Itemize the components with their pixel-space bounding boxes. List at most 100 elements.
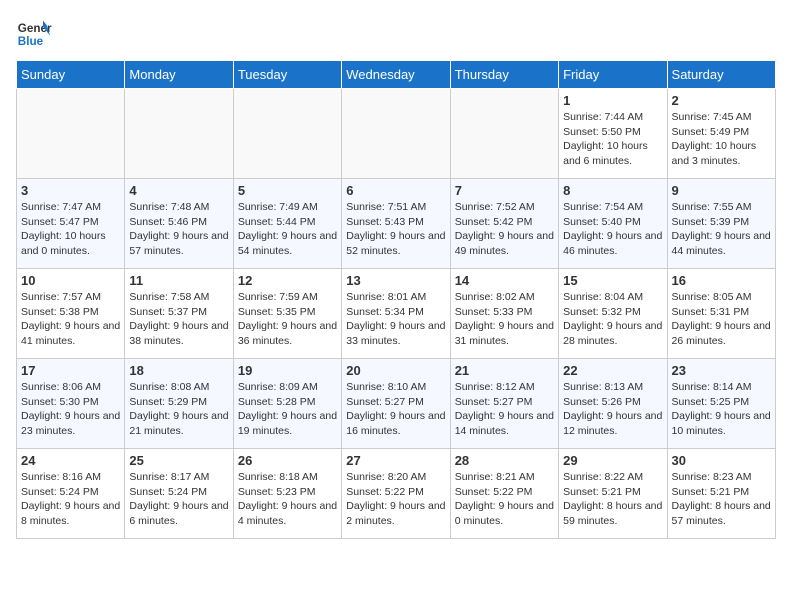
calendar-cell: 22 Sunrise: 8:13 AMSunset: 5:26 PMDayligh…	[559, 359, 667, 449]
calendar-cell: 5 Sunrise: 7:49 AMSunset: 5:44 PMDaylight…	[233, 179, 341, 269]
day-info: Sunrise: 7:57 AMSunset: 5:38 PMDaylight:…	[21, 290, 120, 349]
day-number: 9	[672, 183, 771, 198]
day-info: Sunrise: 8:09 AMSunset: 5:28 PMDaylight:…	[238, 380, 337, 439]
day-info: Sunrise: 7:49 AMSunset: 5:44 PMDaylight:…	[238, 200, 337, 259]
calendar-cell: 21 Sunrise: 8:12 AMSunset: 5:27 PMDayligh…	[450, 359, 558, 449]
day-number: 2	[672, 93, 771, 108]
day-info: Sunrise: 7:52 AMSunset: 5:42 PMDaylight:…	[455, 200, 554, 259]
day-number: 5	[238, 183, 337, 198]
calendar-cell: 14 Sunrise: 8:02 AMSunset: 5:33 PMDayligh…	[450, 269, 558, 359]
day-info: Sunrise: 8:23 AMSunset: 5:21 PMDaylight:…	[672, 470, 771, 529]
day-info: Sunrise: 8:02 AMSunset: 5:33 PMDaylight:…	[455, 290, 554, 349]
day-info: Sunrise: 7:55 AMSunset: 5:39 PMDaylight:…	[672, 200, 771, 259]
calendar-cell: 23 Sunrise: 8:14 AMSunset: 5:25 PMDayligh…	[667, 359, 775, 449]
calendar-cell: 20 Sunrise: 8:10 AMSunset: 5:27 PMDayligh…	[342, 359, 450, 449]
day-number: 27	[346, 453, 445, 468]
calendar-cell: 13 Sunrise: 8:01 AMSunset: 5:34 PMDayligh…	[342, 269, 450, 359]
day-number: 13	[346, 273, 445, 288]
weekday-header-tuesday: Tuesday	[233, 61, 341, 89]
calendar-cell: 8 Sunrise: 7:54 AMSunset: 5:40 PMDaylight…	[559, 179, 667, 269]
calendar-cell: 28 Sunrise: 8:21 AMSunset: 5:22 PMDayligh…	[450, 449, 558, 539]
day-number: 21	[455, 363, 554, 378]
page-header: General Blue	[16, 16, 776, 52]
day-number: 10	[21, 273, 120, 288]
day-info: Sunrise: 8:20 AMSunset: 5:22 PMDaylight:…	[346, 470, 445, 529]
day-info: Sunrise: 8:22 AMSunset: 5:21 PMDaylight:…	[563, 470, 662, 529]
calendar-cell: 6 Sunrise: 7:51 AMSunset: 5:43 PMDaylight…	[342, 179, 450, 269]
calendar-cell: 18Sunrise: 8:08 AMSunset: 5:29 PMDayligh…	[125, 359, 233, 449]
day-info: Sunrise: 8:21 AMSunset: 5:22 PMDaylight:…	[455, 470, 554, 529]
day-info: Sunrise: 8:17 AMSunset: 5:24 PMDaylight:…	[129, 470, 228, 529]
day-number: 14	[455, 273, 554, 288]
day-number: 8	[563, 183, 662, 198]
weekday-header-thursday: Thursday	[450, 61, 558, 89]
day-number: 11	[129, 273, 228, 288]
day-number: 22	[563, 363, 662, 378]
day-number: 19	[238, 363, 337, 378]
weekday-header-saturday: Saturday	[667, 61, 775, 89]
day-info: Sunrise: 8:16 AMSunset: 5:24 PMDaylight:…	[21, 470, 120, 529]
calendar-cell: 15 Sunrise: 8:04 AMSunset: 5:32 PMDayligh…	[559, 269, 667, 359]
day-info: Sunrise: 8:18 AMSunset: 5:23 PMDaylight:…	[238, 470, 337, 529]
calendar-cell: 25Sunrise: 8:17 AMSunset: 5:24 PMDayligh…	[125, 449, 233, 539]
day-info: Sunrise: 8:01 AMSunset: 5:34 PMDaylight:…	[346, 290, 445, 349]
calendar-cell: 26 Sunrise: 8:18 AMSunset: 5:23 PMDayligh…	[233, 449, 341, 539]
day-info: Sunrise: 8:06 AMSunset: 5:30 PMDaylight:…	[21, 380, 120, 439]
day-info: Sunrise: 8:12 AMSunset: 5:27 PMDaylight:…	[455, 380, 554, 439]
day-number: 26	[238, 453, 337, 468]
day-info: Sunrise: 8:05 AMSunset: 5:31 PMDaylight:…	[672, 290, 771, 349]
day-number: 15	[563, 273, 662, 288]
day-number: 23	[672, 363, 771, 378]
day-info: Sunrise: 7:51 AMSunset: 5:43 PMDaylight:…	[346, 200, 445, 259]
weekday-header-friday: Friday	[559, 61, 667, 89]
calendar-table: SundayMondayTuesdayWednesdayThursdayFrid…	[16, 60, 776, 539]
calendar-cell: 19 Sunrise: 8:09 AMSunset: 5:28 PMDayligh…	[233, 359, 341, 449]
calendar-week-3: 10 Sunrise: 7:57 AMSunset: 5:38 PMDayligh…	[17, 269, 776, 359]
calendar-cell: 3 Sunrise: 7:47 AMSunset: 5:47 PMDaylight…	[17, 179, 125, 269]
day-number: 3	[21, 183, 120, 198]
day-info: Sunrise: 7:44 AMSunset: 5:50 PMDaylight:…	[563, 110, 662, 169]
calendar-cell	[125, 89, 233, 179]
day-number: 28	[455, 453, 554, 468]
day-number: 24	[21, 453, 120, 468]
calendar-week-4: 17 Sunrise: 8:06 AMSunset: 5:30 PMDayligh…	[17, 359, 776, 449]
day-info: Sunrise: 8:10 AMSunset: 5:27 PMDaylight:…	[346, 380, 445, 439]
svg-text:Blue: Blue	[18, 35, 44, 48]
calendar-header-row: SundayMondayTuesdayWednesdayThursdayFrid…	[17, 61, 776, 89]
calendar-cell: 17 Sunrise: 8:06 AMSunset: 5:30 PMDayligh…	[17, 359, 125, 449]
calendar-cell	[342, 89, 450, 179]
day-info: Sunrise: 7:54 AMSunset: 5:40 PMDaylight:…	[563, 200, 662, 259]
day-number: 6	[346, 183, 445, 198]
calendar-cell	[17, 89, 125, 179]
day-number: 1	[563, 93, 662, 108]
day-number: 17	[21, 363, 120, 378]
day-info: Sunrise: 8:14 AMSunset: 5:25 PMDaylight:…	[672, 380, 771, 439]
day-info: Sunrise: 8:13 AMSunset: 5:26 PMDaylight:…	[563, 380, 662, 439]
calendar-cell: 4 Sunrise: 7:48 AMSunset: 5:46 PMDaylight…	[125, 179, 233, 269]
calendar-cell: 7 Sunrise: 7:52 AMSunset: 5:42 PMDaylight…	[450, 179, 558, 269]
calendar-week-1: 1 Sunrise: 7:44 AMSunset: 5:50 PMDaylight…	[17, 89, 776, 179]
calendar-cell: 11 Sunrise: 7:58 AMSunset: 5:37 PMDayligh…	[125, 269, 233, 359]
weekday-header-wednesday: Wednesday	[342, 61, 450, 89]
weekday-header-monday: Monday	[125, 61, 233, 89]
calendar-cell: 2 Sunrise: 7:45 AMSunset: 5:49 PMDaylight…	[667, 89, 775, 179]
calendar-cell: 12 Sunrise: 7:59 AMSunset: 5:35 PMDayligh…	[233, 269, 341, 359]
calendar-cell: 9 Sunrise: 7:55 AMSunset: 5:39 PMDaylight…	[667, 179, 775, 269]
day-number: 16	[672, 273, 771, 288]
day-info: Sunrise: 7:48 AMSunset: 5:46 PMDaylight:…	[129, 200, 228, 259]
day-info: Sunrise: 7:45 AMSunset: 5:49 PMDaylight:…	[672, 110, 771, 169]
day-number: 20	[346, 363, 445, 378]
logo: General Blue	[16, 16, 52, 52]
day-info: Sunrise: 8:08 AMSunset: 5:29 PMDaylight:…	[129, 380, 228, 439]
day-info: Sunrise: 7:47 AMSunset: 5:47 PMDaylight:…	[21, 200, 120, 259]
day-info: Sunrise: 7:58 AMSunset: 5:37 PMDaylight:…	[129, 290, 228, 349]
day-info: Sunrise: 8:04 AMSunset: 5:32 PMDaylight:…	[563, 290, 662, 349]
day-info: Sunrise: 7:59 AMSunset: 5:35 PMDaylight:…	[238, 290, 337, 349]
calendar-cell: 24 Sunrise: 8:16 AMSunset: 5:24 PMDayligh…	[17, 449, 125, 539]
day-number: 4	[129, 183, 228, 198]
day-number: 7	[455, 183, 554, 198]
logo-icon: General Blue	[16, 16, 52, 52]
calendar-week-2: 3 Sunrise: 7:47 AMSunset: 5:47 PMDaylight…	[17, 179, 776, 269]
day-number: 12	[238, 273, 337, 288]
calendar-week-5: 24 Sunrise: 8:16 AMSunset: 5:24 PMDayligh…	[17, 449, 776, 539]
